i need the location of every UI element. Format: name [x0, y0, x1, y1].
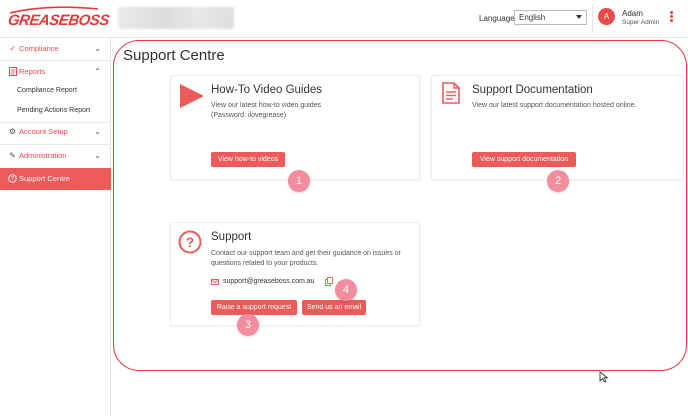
more-options-icon[interactable]	[670, 11, 673, 23]
user-name: Adam	[622, 9, 643, 18]
top-bar: GREASEBOSS Language: English A Adam Supe…	[0, 0, 688, 38]
sidebar-item-reports[interactable]: Reports ⌃	[0, 61, 111, 83]
app-logo[interactable]: GREASEBOSS	[7, 12, 110, 29]
sidebar-item-compliance[interactable]: ✓ Compliance ⌄	[0, 38, 111, 60]
avatar[interactable]: A	[598, 8, 615, 25]
topbar-divider	[592, 4, 593, 32]
annotation-badge-2: 2	[547, 170, 569, 192]
annotation-badge-1: 1	[288, 170, 310, 192]
annotation-badge-3: 3	[237, 314, 259, 336]
sidebar-item-label: Compliance	[19, 44, 59, 53]
question-circle-icon: ?	[8, 174, 17, 183]
sidebar-subitem-compliance-report[interactable]: Compliance Report	[17, 87, 77, 94]
annotation-badge-4: 4	[335, 279, 357, 301]
sidebar-item-support-centre[interactable]: ? Support Centre	[0, 168, 111, 190]
sidebar-item-account-setup[interactable]: ⚙ Account Setup ⌄	[0, 121, 111, 143]
sidebar-item-administration[interactable]: ✎ Administration ⌄	[0, 145, 111, 167]
language-select-value: English	[519, 13, 546, 22]
chevron-down-icon: ⌄	[94, 44, 101, 53]
pencil-icon: ✎	[9, 151, 16, 160]
chevron-up-icon: ⌃	[94, 67, 101, 76]
gear-icon: ⚙	[8, 127, 17, 136]
sidebar-subitem-pending-actions-report[interactable]: Pending Actions Report	[17, 107, 90, 114]
sidebar-item-label: Account Setup	[19, 127, 68, 136]
chevron-down-icon	[576, 15, 582, 19]
language-select[interactable]: English	[514, 10, 587, 25]
document-icon	[8, 67, 17, 76]
user-role: Super Admin	[622, 19, 660, 26]
chevron-down-icon: ⌄	[94, 127, 101, 136]
blurred-account-name	[118, 7, 234, 29]
sidebar: ✓ Compliance ⌄ Reports ⌃ Compliance Repo…	[0, 38, 111, 416]
check-icon: ✓	[9, 44, 16, 53]
sidebar-item-label: Administration	[19, 151, 67, 160]
sidebar-item-label: Reports	[19, 67, 46, 76]
language-label: Language:	[479, 14, 517, 23]
chevron-down-icon: ⌄	[94, 151, 101, 160]
mouse-cursor-icon	[599, 371, 609, 383]
annotation-highlight-ring	[113, 40, 687, 371]
sidebar-item-label: Support Centre	[19, 174, 70, 183]
